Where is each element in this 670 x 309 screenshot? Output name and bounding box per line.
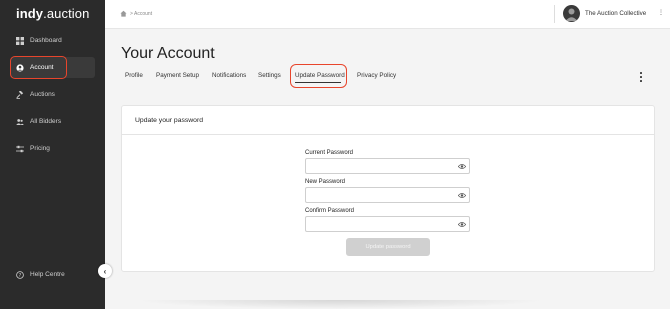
sidebar-item-all-bidders[interactable]: All Bidders [10,111,95,132]
sidebar-item-label: All Bidders [30,118,62,125]
update-password-button[interactable]: Update password [346,238,430,256]
next-card-shadow [135,300,545,309]
collapse-sidebar-button[interactable]: ‹ [98,264,112,278]
confirm-password-label: Confirm Password [305,208,355,214]
tab-profile[interactable]: Profile [125,72,143,79]
eye-icon[interactable] [458,163,466,170]
tab-payment-setup[interactable]: Payment Setup [156,72,199,79]
help-circle-icon: ? [16,270,24,279]
users-icon [16,118,24,126]
more-vertical-icon[interactable]: ⋮ [658,9,664,16]
sidebar-item-pricing[interactable]: Pricing [10,138,95,159]
sidebar-item-label: Pricing [30,145,50,152]
chevron-left-icon: ‹ [103,266,107,276]
current-password-label: Current Password [305,150,354,156]
eye-icon[interactable] [458,221,466,228]
tab-settings[interactable]: Settings [258,72,281,79]
avatar[interactable] [563,5,580,22]
home-icon[interactable] [120,10,127,17]
new-password-field[interactable] [305,187,470,203]
sidebar-item-label: Help Centre [30,271,65,278]
sidebar-item-auctions[interactable]: Auctions [10,84,95,105]
sidebar-item-dashboard[interactable]: Dashboard [10,30,95,51]
app-logo[interactable]: indy.auction [16,6,89,21]
divider [554,5,555,23]
top-bar: > Account The Auction Collective ⋮ [105,0,670,29]
tab-privacy-policy[interactable]: Privacy Policy [357,72,396,79]
sidebar-item-label: Dashboard [30,37,62,44]
highlight-ring [10,56,67,79]
org-name[interactable]: The Auction Collective [585,10,646,17]
card-header: Update your password [122,106,654,135]
card-title: Update your password [135,117,204,124]
highlight-ring [290,64,347,88]
breadcrumb: > Account [120,10,152,17]
sliders-icon [16,145,24,153]
grid-icon [16,36,24,45]
tab-notifications[interactable]: Notifications [212,72,246,79]
page-title: Your Account [121,45,215,62]
eye-icon[interactable] [458,192,466,199]
new-password-label: New Password [305,179,346,185]
sidebar-item-label: Auctions [30,91,55,98]
svg-text:?: ? [19,272,22,278]
sidebar-item-help-centre[interactable]: ? Help Centre [10,264,95,285]
current-password-field[interactable] [305,158,470,174]
sidebar: indy.auction Dashboard Account Auctions … [0,0,105,309]
breadcrumb-current[interactable]: > Account [130,11,152,17]
gavel-icon [16,90,24,99]
confirm-password-field[interactable] [305,216,470,232]
more-options-icon[interactable] [638,72,644,82]
